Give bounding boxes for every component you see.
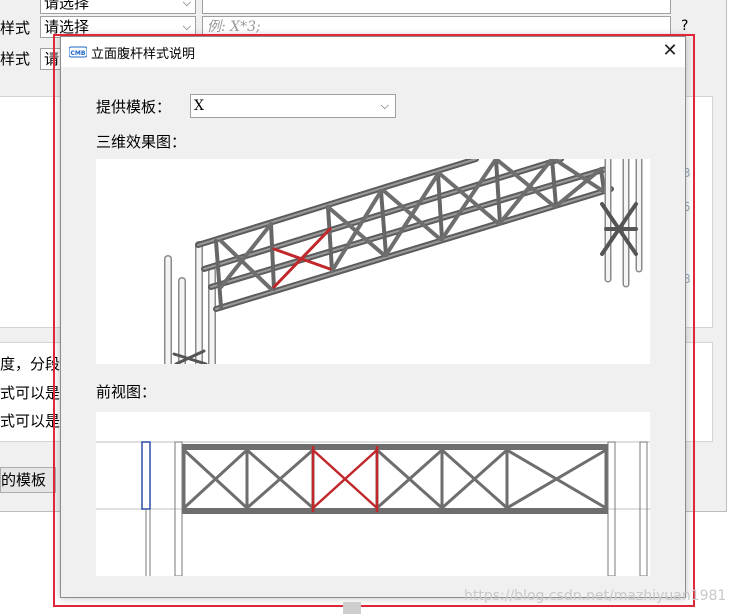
bg-label-row3: 样式	[0, 50, 31, 68]
bg-input-row2[interactable]: 例: X*3;	[202, 16, 671, 38]
front-view-label: 前视图：	[96, 383, 157, 401]
help-icon[interactable]: ?	[681, 18, 688, 34]
scroll-handle[interactable]	[343, 602, 361, 614]
bg-desc-line: 式可以是	[0, 384, 61, 402]
watermark: https://blog.csdn.net/mazhiyuan1981	[464, 588, 727, 604]
bg-select-row1[interactable]: 请选择 ⌵	[40, 0, 196, 14]
template-label: 提供模板：	[96, 98, 172, 116]
close-button[interactable]: ✕	[655, 37, 685, 67]
svg-text:CMB: CMB	[71, 50, 86, 57]
chevron-down-icon: ⌵	[182, 20, 191, 33]
app-logo-icon: CMB	[69, 46, 87, 58]
truss-front-drawing	[96, 441, 650, 576]
bg-label-row2: 样式	[0, 19, 31, 37]
close-icon: ✕	[662, 40, 678, 61]
dialog-title: 立面腹杆样式说明	[91, 47, 196, 62]
view-3d-label: 三维效果图：	[96, 133, 187, 151]
chevron-down-icon: ⌵	[380, 99, 389, 112]
bg-input-row1[interactable]	[202, 0, 671, 14]
post-highlight	[141, 441, 151, 510]
bg-template-button[interactable]: 的模板	[0, 467, 56, 493]
truss-3d-drawing	[164, 159, 643, 364]
template-select[interactable]: X ⌵	[190, 94, 396, 118]
bg-desc-line: 式可以是	[0, 412, 61, 430]
truss-front-image	[96, 412, 650, 576]
bg-select-row2[interactable]: 请选择 ⌵	[40, 16, 196, 38]
chevron-down-icon: ⌵	[182, 0, 191, 9]
dialog-window: CMB 立面腹杆样式说明 ✕ 提供模板： X ⌵ 三维效果图： 前视图：	[60, 36, 686, 598]
truss-3d-image	[96, 159, 650, 364]
dialog-title-bar[interactable]: CMB 立面腹杆样式说明 ✕	[61, 37, 685, 67]
bg-desc-line: 度，分段	[0, 355, 61, 373]
